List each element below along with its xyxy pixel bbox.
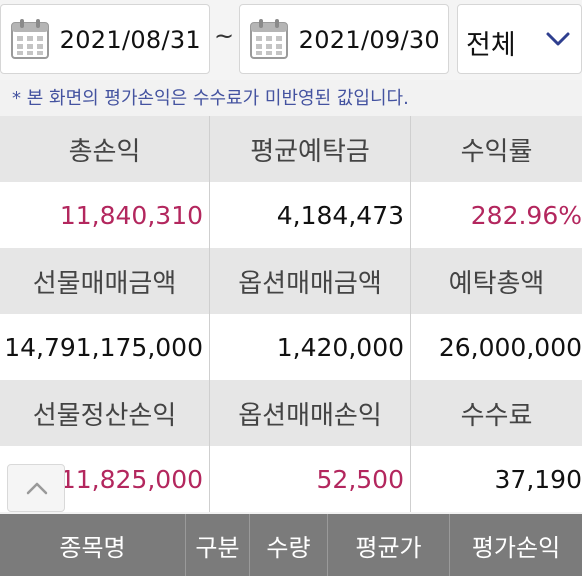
calendar-icon bbox=[250, 19, 288, 59]
positions-table-header: 종목명 구분 수량 평균가 평가손익 bbox=[0, 514, 582, 576]
fee-value: 37,190 bbox=[494, 464, 582, 494]
return-rate-value: 282.96% bbox=[470, 200, 582, 230]
total-pnl-label: 총손익 bbox=[68, 136, 141, 167]
futures-amount-value: 14,791,175,000 bbox=[4, 332, 203, 362]
column-header-eval-pnl[interactable]: 평가손익 bbox=[450, 514, 582, 576]
calendar-icon bbox=[11, 19, 49, 59]
summary-value-row: 11,840,310 4,184,473 282.96% bbox=[0, 182, 582, 248]
options-amount-value: 1,420,000 bbox=[276, 332, 404, 362]
column-header-type[interactable]: 구분 bbox=[186, 514, 250, 576]
avg-deposit-label: 평균예탁금 bbox=[250, 136, 370, 167]
scroll-top-button[interactable] bbox=[7, 464, 65, 512]
chevron-down-icon bbox=[546, 32, 570, 46]
options-trade-pnl-label: 옵션매매손익 bbox=[238, 400, 382, 431]
start-date-picker[interactable]: 2021/08/31 bbox=[0, 4, 210, 74]
futures-amount-label: 선물매매금액 bbox=[32, 268, 177, 299]
options-trade-pnl-value: 52,500 bbox=[316, 464, 404, 494]
filter-selected-value: 전체 bbox=[466, 30, 516, 61]
end-date-value: 2021/09/30 bbox=[298, 26, 440, 54]
date-range-separator: ~ bbox=[214, 22, 235, 50]
summary-header-row: 선물정산손익 옵션매매손익 수수료 bbox=[0, 380, 582, 446]
date-filter-bar: 2021/08/31 ~ 2021/09/30 전체 bbox=[0, 0, 582, 80]
chevron-up-icon bbox=[26, 482, 48, 495]
filter-select[interactable]: 전체 bbox=[457, 4, 582, 74]
total-pnl-value: 11,840,310 bbox=[59, 200, 203, 230]
start-date-value: 2021/08/31 bbox=[59, 26, 201, 54]
column-header-avg-price[interactable]: 평균가 bbox=[328, 514, 450, 576]
return-rate-label: 수익률 bbox=[460, 136, 533, 167]
column-divider bbox=[410, 116, 411, 512]
total-deposit-label: 예탁총액 bbox=[448, 268, 545, 299]
futures-settlement-pnl-label: 선물정산손익 bbox=[32, 400, 177, 431]
column-divider bbox=[209, 116, 210, 512]
summary-header-row: 총손익 평균예탁금 수익률 bbox=[0, 116, 582, 182]
summary-header-row: 선물매매금액 옵션매매금액 예탁총액 bbox=[0, 248, 582, 314]
fee-notice: * 본 화면의 평가손익은 수수료가 미반영된 값입니다. bbox=[12, 88, 409, 109]
total-deposit-value: 26,000,000 bbox=[438, 332, 582, 362]
avg-deposit-value: 4,184,473 bbox=[276, 200, 404, 230]
options-amount-label: 옵션매매금액 bbox=[238, 268, 382, 299]
column-header-item-name[interactable]: 종목명 bbox=[0, 514, 186, 576]
column-header-quantity[interactable]: 수량 bbox=[250, 514, 328, 576]
fee-label: 수수료 bbox=[460, 400, 533, 431]
end-date-picker[interactable]: 2021/09/30 bbox=[239, 4, 449, 74]
summary-value-row: 14,791,175,000 1,420,000 26,000,000 bbox=[0, 314, 582, 380]
summary-value-row: 11,825,000 52,500 37,190 bbox=[0, 446, 582, 512]
